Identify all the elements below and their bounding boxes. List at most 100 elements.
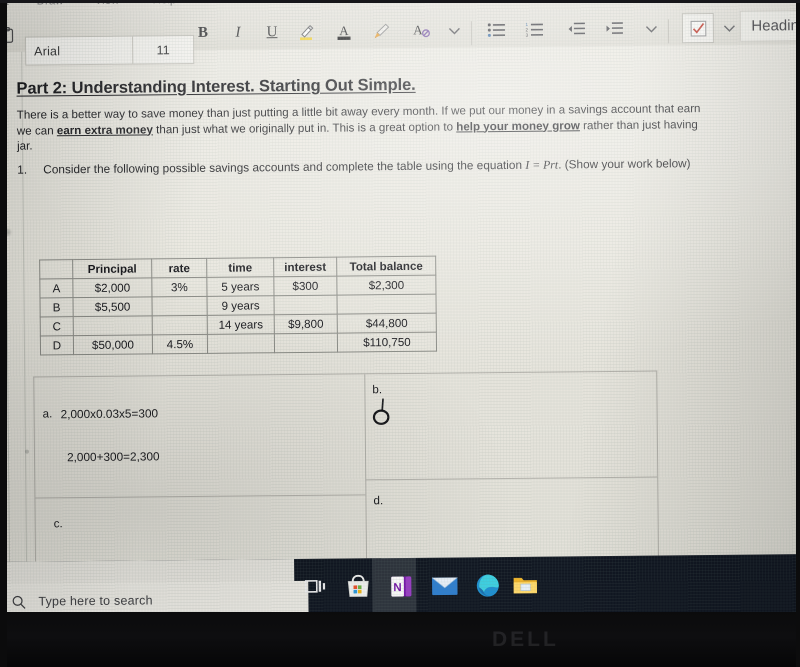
intro-line2-part-c: rather than just having <box>579 117 698 132</box>
work-cell-a-line-1[interactable]: 2,000x0.03x5=300 <box>61 406 159 421</box>
intro-line2-part-b: than just what we originally put in. Thi… <box>152 119 457 136</box>
font-color-icon[interactable]: A <box>331 18 357 44</box>
cell-c-rate[interactable] <box>152 315 208 335</box>
bold-help-your-money-grow: help your money grow <box>456 118 580 133</box>
cell-b-principal[interactable]: $5,500 <box>72 296 153 317</box>
work-grid-horizontal-divider-left <box>35 494 366 499</box>
cell-d-time[interactable] <box>207 333 275 354</box>
search-placeholder: Type here to search <box>38 593 153 609</box>
note-body: Part 2: Understanding Interest. Starting… <box>16 72 800 177</box>
table-grid: Principal rate time interest Total balan… <box>39 256 437 356</box>
edge-icon[interactable] <box>467 565 507 605</box>
laptop-bezel: DELL <box>0 612 800 667</box>
cell-c-principal[interactable] <box>73 315 153 336</box>
cell-a-rate[interactable]: 3% <box>151 277 207 297</box>
intro-paragraph: There is a better way to save money than… <box>17 100 800 154</box>
photo-edge-top <box>0 0 800 3</box>
mail-icon[interactable] <box>424 565 464 605</box>
cell-a-time[interactable]: 5 years <box>206 276 274 297</box>
cell-d-interest[interactable] <box>274 333 338 353</box>
font-controls: Arial 11 <box>24 34 195 66</box>
paragraph-chevron-down-icon[interactable] <box>640 15 662 41</box>
header-principal: Principal <box>72 258 152 279</box>
highlighter-icon[interactable] <box>293 19 319 45</box>
italic-button[interactable]: I <box>227 19 249 45</box>
svg-text:2: 2 <box>526 27 529 32</box>
header-row-label <box>39 259 73 279</box>
work-cell-d-label: d. <box>373 494 384 508</box>
font-name-input[interactable]: Arial <box>26 43 132 58</box>
dell-logo: DELL <box>492 628 559 651</box>
photo-edge-left <box>0 0 7 667</box>
cell-d-total[interactable]: $110,750 <box>337 332 437 353</box>
microsoft-store-icon[interactable] <box>338 566 378 606</box>
cell-c-total[interactable]: $44,800 <box>337 313 437 334</box>
clear-formatting-icon[interactable]: A <box>407 18 435 44</box>
format-painter-icon[interactable] <box>369 18 395 44</box>
question-1-equation: I = Prt <box>525 156 559 172</box>
screen-speck <box>24 449 29 454</box>
toolbar-separator-2 <box>667 19 670 44</box>
row-label-a: A <box>39 278 73 298</box>
cell-c-interest[interactable]: $9,800 <box>274 314 338 334</box>
task-view-icon[interactable] <box>295 567 335 607</box>
work-cell-c-label: c. <box>53 517 63 531</box>
decrease-indent-icon[interactable] <box>564 16 590 42</box>
savings-accounts-table[interactable]: Principal rate time interest Total balan… <box>39 256 437 356</box>
laptop-screen-photo: sert Draw View Help Table Arial <box>0 0 800 667</box>
screen-content: sert Draw View Help Table Arial <box>0 0 800 620</box>
onenote-icon[interactable]: N <box>381 566 421 606</box>
header-interest: interest <box>273 257 337 277</box>
bold-button[interactable]: B <box>192 20 214 46</box>
underline-button[interactable]: U <box>261 19 283 45</box>
styles-heading-label: Headin <box>751 17 800 35</box>
table-row[interactable]: D $50,000 4.5% $110,750 <box>40 332 437 355</box>
header-total-balance: Total balance <box>336 256 436 277</box>
cell-b-interest[interactable] <box>273 295 338 315</box>
font-size-input[interactable]: 11 <box>133 42 193 57</box>
photo-edge-right <box>796 0 800 667</box>
cell-d-rate[interactable]: 4.5% <box>152 334 208 354</box>
svg-text:3: 3 <box>526 33 529 38</box>
work-cell-a-label: a. <box>42 407 53 421</box>
svg-text:A: A <box>413 22 423 37</box>
search-icon <box>12 595 26 609</box>
work-cell-a-line-2[interactable]: 2,000+300=2,300 <box>67 449 160 464</box>
cell-d-principal[interactable]: $50,000 <box>73 334 153 355</box>
cell-a-total[interactable]: $2,300 <box>336 275 436 296</box>
bulleted-list-icon[interactable] <box>484 17 510 43</box>
work-cell-b-label: b. <box>372 383 383 397</box>
cell-a-principal[interactable]: $2,000 <box>72 277 152 298</box>
svg-text:N: N <box>393 582 401 594</box>
bold-earn-extra-money: earn extra money <box>56 122 153 137</box>
increase-indent-icon[interactable] <box>602 16 628 42</box>
chevron-down-icon[interactable] <box>443 17 465 43</box>
checkbox-tag-icon[interactable] <box>681 12 715 44</box>
numbered-list-icon[interactable]: 1 2 3 <box>522 17 548 43</box>
question-1-number: 1. <box>17 162 28 177</box>
row-label-c: C <box>40 316 74 336</box>
svg-text:A: A <box>339 23 349 38</box>
question-1-text-after: . (Show your work below) <box>558 155 691 171</box>
row-label-b: B <box>40 297 74 317</box>
onenote-ribbon: sert Draw View Help Table Arial <box>0 0 800 66</box>
windows-taskbar: Type here to search N <box>0 554 800 620</box>
cell-b-rate[interactable] <box>151 296 208 316</box>
tag-chevron-down-icon[interactable] <box>718 15 740 41</box>
file-explorer-icon[interactable] <box>505 565 545 605</box>
styles-heading-button[interactable]: Headin <box>740 10 800 42</box>
cell-c-time[interactable]: 14 years <box>207 314 275 335</box>
header-rate: rate <box>151 258 207 278</box>
toolbar-separator <box>470 21 473 46</box>
table-body: A $2,000 3% 5 years $300 $2,300 B $5,500… <box>39 275 437 355</box>
cell-a-interest[interactable]: $300 <box>273 276 337 296</box>
row-label-d: D <box>40 335 74 355</box>
note-page[interactable]: Part 2: Understanding Interest. Starting… <box>0 44 800 610</box>
taskbar-left-light-area: Type here to search <box>0 559 309 620</box>
cell-b-total[interactable] <box>336 294 437 315</box>
intro-line2-part-a: we can <box>16 123 57 138</box>
handwritten-circle-mark <box>372 398 390 425</box>
header-time: time <box>206 257 274 278</box>
svg-text:1: 1 <box>525 22 528 27</box>
cell-b-time[interactable]: 9 years <box>206 295 275 316</box>
